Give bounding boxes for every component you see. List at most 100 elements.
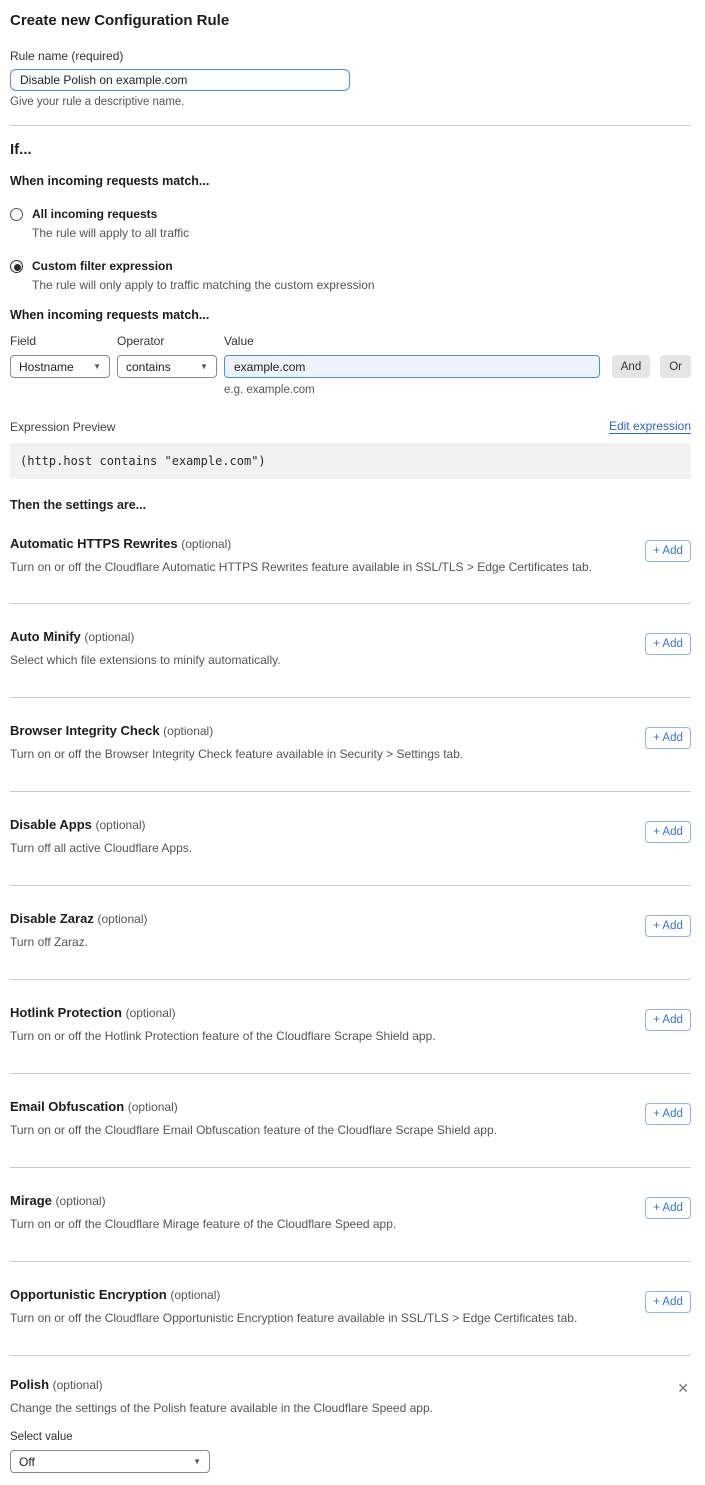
radio-selected-icon[interactable] [10, 260, 23, 273]
setting-section-disable-apps: Disable Apps (optional) Turn off all act… [10, 791, 691, 885]
add-automatic-https-rewrites-button[interactable]: + Add [645, 540, 691, 562]
setting-title-text: Hotlink Protection [10, 1005, 122, 1020]
setting-title: Mirage (optional) [10, 1193, 396, 1208]
radio-custom-filter-expression[interactable]: Custom filter expression The rule will o… [10, 259, 691, 292]
setting-text: Disable Apps (optional) Turn off all act… [10, 817, 192, 855]
setting-section-mirage: Mirage (optional) Turn on or off the Clo… [10, 1167, 691, 1261]
setting-desc: Turn on or off the Cloudflare Opportunis… [10, 1311, 577, 1325]
radio-option-desc: The rule will apply to all traffic [32, 226, 189, 240]
create-configuration-rule-page: Create new Configuration Rule Rule name … [0, 0, 705, 1485]
optional-label: (optional) [84, 630, 134, 644]
setting-title-text: Email Obfuscation [10, 1099, 124, 1114]
setting-section-disable-zaraz: Disable Zaraz (optional) Turn off Zaraz.… [10, 885, 691, 979]
operator-label: Operator [117, 334, 217, 348]
add-mirage-button[interactable]: + Add [645, 1197, 691, 1219]
and-button[interactable]: And [612, 355, 650, 378]
operator-select-value: contains [126, 360, 171, 374]
or-button[interactable]: Or [660, 355, 691, 378]
radio-option-label: Custom filter expression [32, 259, 375, 273]
incoming-requests-match-label: When incoming requests match... [10, 174, 691, 188]
expression-preview-label: Expression Preview [10, 420, 115, 434]
operator-select[interactable]: contains ▼ [117, 355, 217, 378]
chevron-down-icon: ▼ [200, 362, 208, 371]
optional-label: (optional) [96, 818, 146, 832]
setting-text: Mirage (optional) Turn on or off the Clo… [10, 1193, 396, 1231]
value-column: Value e.g. example.com [224, 334, 600, 396]
setting-desc: Turn on or off the Hotlink Protection fe… [10, 1029, 436, 1043]
setting-desc: Select which file extensions to minify a… [10, 653, 281, 667]
expression-preview-header: Expression Preview Edit expression [10, 419, 691, 434]
value-hint: e.g. example.com [224, 384, 600, 396]
setting-text: Automatic HTTPS Rewrites (optional) Turn… [10, 536, 592, 574]
setting-section-opportunistic-encryption: Opportunistic Encryption (optional) Turn… [10, 1261, 691, 1355]
setting-title-text: Polish [10, 1377, 49, 1392]
optional-label: (optional) [56, 1194, 106, 1208]
setting-section-browser-integrity-check: Browser Integrity Check (optional) Turn … [10, 697, 691, 791]
setting-title: Opportunistic Encryption (optional) [10, 1287, 577, 1302]
polish-select-value: Off [19, 1455, 35, 1469]
rule-name-group: Rule name (required) Give your rule a de… [10, 49, 691, 108]
polish-text: Polish (optional) Change the settings of… [10, 1377, 433, 1473]
then-settings-label: Then the settings are... [10, 498, 691, 512]
field-column: Field Hostname ▼ [10, 334, 110, 378]
polish-value-select[interactable]: Off ▼ [10, 1450, 210, 1473]
setting-title-text: Disable Apps [10, 817, 92, 832]
setting-title: Disable Zaraz (optional) [10, 911, 147, 926]
close-icon[interactable]: ✕ [675, 1379, 691, 1397]
setting-desc: Turn on or off the Cloudflare Mirage fea… [10, 1217, 396, 1231]
chevron-down-icon: ▼ [193, 1457, 201, 1466]
setting-title: Email Obfuscation (optional) [10, 1099, 497, 1114]
setting-section-auto-minify: Auto Minify (optional) Select which file… [10, 603, 691, 697]
chevron-down-icon: ▼ [93, 362, 101, 371]
optional-label: (optional) [170, 1288, 220, 1302]
rule-name-help: Give your rule a descriptive name. [10, 96, 691, 108]
add-disable-apps-button[interactable]: + Add [645, 821, 691, 843]
edit-expression-link[interactable]: Edit expression [609, 419, 691, 434]
expression-builder-row: Field Hostname ▼ Operator contains ▼ Val… [10, 334, 691, 396]
setting-title: Hotlink Protection (optional) [10, 1005, 436, 1020]
radio-all-incoming-requests[interactable]: All incoming requests The rule will appl… [10, 207, 691, 240]
page-title: Create new Configuration Rule [10, 12, 691, 29]
optional-label: (optional) [163, 724, 213, 738]
setting-section-polish: Polish (optional) Change the settings of… [10, 1355, 691, 1477]
setting-title: Disable Apps (optional) [10, 817, 192, 832]
setting-desc: Change the settings of the Polish featur… [10, 1401, 433, 1415]
setting-text: Opportunistic Encryption (optional) Turn… [10, 1287, 577, 1325]
optional-label: (optional) [53, 1378, 103, 1392]
setting-title: Automatic HTTPS Rewrites (optional) [10, 536, 592, 551]
if-heading: If... [10, 141, 691, 158]
setting-title: Browser Integrity Check (optional) [10, 723, 463, 738]
add-disable-zaraz-button[interactable]: + Add [645, 915, 691, 937]
setting-title-text: Opportunistic Encryption [10, 1287, 167, 1302]
operator-column: Operator contains ▼ [117, 334, 217, 378]
optional-label: (optional) [181, 537, 231, 551]
setting-section-email-obfuscation: Email Obfuscation (optional) Turn on or … [10, 1073, 691, 1167]
setting-desc: Turn on or off the Cloudflare Automatic … [10, 560, 592, 574]
setting-title-text: Mirage [10, 1193, 52, 1208]
value-label: Value [224, 334, 600, 348]
setting-section-automatic-https-rewrites: Automatic HTTPS Rewrites (optional) Turn… [10, 512, 691, 603]
expression-builder-heading: When incoming requests match... [10, 308, 691, 322]
value-input[interactable] [224, 355, 600, 378]
setting-desc: Turn on or off the Cloudflare Email Obfu… [10, 1123, 497, 1137]
setting-title: Auto Minify (optional) [10, 629, 281, 644]
rule-name-label: Rule name (required) [10, 49, 691, 63]
radio-all-incoming-requests-text: All incoming requests The rule will appl… [32, 207, 189, 240]
radio-unselected-icon[interactable] [10, 208, 23, 221]
add-opportunistic-encryption-button[interactable]: + Add [645, 1291, 691, 1313]
setting-title: Polish (optional) [10, 1377, 433, 1392]
add-email-obfuscation-button[interactable]: + Add [645, 1103, 691, 1125]
add-auto-minify-button[interactable]: + Add [645, 633, 691, 655]
setting-desc: Turn off all active Cloudflare Apps. [10, 841, 192, 855]
setting-section-hotlink-protection: Hotlink Protection (optional) Turn on or… [10, 979, 691, 1073]
rule-name-input[interactable] [10, 69, 350, 91]
field-select-value: Hostname [19, 360, 74, 374]
radio-custom-filter-expression-text: Custom filter expression The rule will o… [32, 259, 375, 292]
add-hotlink-protection-button[interactable]: + Add [645, 1009, 691, 1031]
setting-text: Auto Minify (optional) Select which file… [10, 629, 281, 667]
field-select[interactable]: Hostname ▼ [10, 355, 110, 378]
settings-list: Automatic HTTPS Rewrites (optional) Turn… [10, 512, 691, 1477]
setting-desc: Turn on or off the Browser Integrity Che… [10, 747, 463, 761]
optional-label: (optional) [126, 1006, 176, 1020]
add-browser-integrity-check-button[interactable]: + Add [645, 727, 691, 749]
